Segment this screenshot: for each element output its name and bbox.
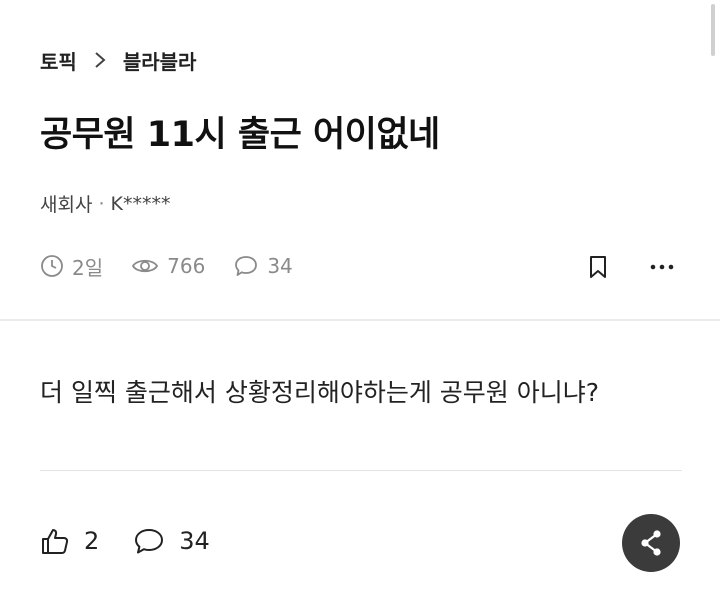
view-count: 766	[131, 254, 205, 278]
comment-count: 34	[233, 254, 293, 278]
like-count: 2	[84, 527, 100, 555]
bookmark-button[interactable]	[584, 253, 612, 281]
time-ago-text: 2일	[72, 255, 104, 280]
view-count-text: 766	[167, 254, 206, 278]
bookmark-icon	[590, 256, 606, 278]
more-options-button[interactable]	[646, 253, 678, 281]
share-icon	[641, 530, 661, 556]
author-separator: ·	[98, 192, 105, 215]
comment-button[interactable]: 34	[133, 527, 210, 555]
section-divider	[0, 319, 720, 321]
chevron-right-icon	[77, 51, 123, 69]
breadcrumb: 토픽 블라블라	[40, 46, 196, 74]
post-meta: 2일 766 34	[40, 250, 321, 282]
comment-count-text: 34	[267, 254, 293, 278]
comment-count-action: 34	[179, 527, 210, 555]
clock-icon	[41, 255, 63, 277]
like-button[interactable]: 2	[40, 527, 99, 555]
more-horizontal-icon	[650, 264, 674, 270]
post-actions: 2 34	[40, 523, 244, 559]
post-body: 더 일찍 출근해서 상황정리해야하는게 공무원 아니냐?	[40, 378, 600, 407]
breadcrumb-board[interactable]: 블라블라	[123, 46, 197, 75]
eye-icon	[132, 259, 159, 273]
breadcrumb-topic[interactable]: 토픽	[40, 46, 77, 75]
content-divider	[40, 470, 682, 471]
author-company: 새회사	[40, 194, 93, 216]
share-button[interactable]	[622, 514, 680, 572]
time-ago: 2일	[40, 252, 103, 281]
author-name: K*****	[110, 192, 171, 215]
author-info[interactable]: 새회사 · K*****	[40, 190, 170, 217]
speech-bubble-icon	[235, 256, 258, 276]
speech-bubble-icon	[135, 529, 164, 554]
thumbs-up-icon	[42, 529, 69, 554]
post-title: 공무원 11시 출근 어이없네	[40, 115, 440, 155]
scrollbar[interactable]	[711, 4, 715, 56]
